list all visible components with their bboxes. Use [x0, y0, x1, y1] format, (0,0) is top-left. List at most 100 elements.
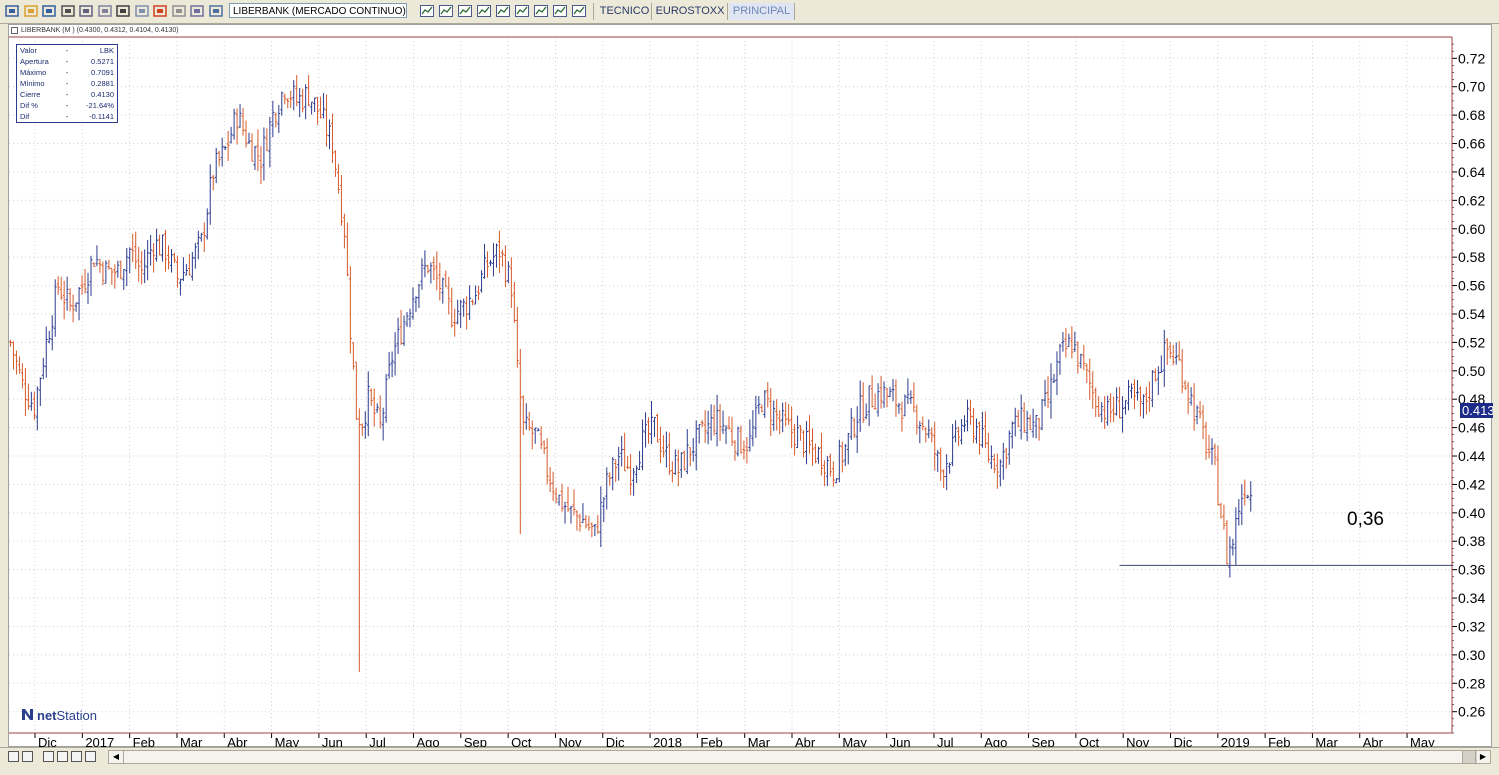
- info-row: Máximo - 0.7091: [17, 67, 117, 78]
- ohlc-bar: [846, 432, 850, 465]
- info-row: Dif - -0.1141: [17, 111, 117, 122]
- copy-icon[interactable]: [97, 3, 113, 19]
- ohlc-bar: [787, 403, 791, 426]
- pie-chart-icon[interactable]: [152, 3, 168, 19]
- drawing-icon[interactable]: [533, 3, 549, 19]
- ohlc-bar: [697, 424, 701, 444]
- tab-eurostoxx[interactable]: EUROSTOXX: [653, 3, 728, 20]
- line-chart-icon[interactable]: [514, 3, 530, 19]
- save-icon[interactable]: [41, 3, 57, 19]
- ohlc-bar: [1034, 414, 1038, 439]
- y-tick-label: 0.68: [1458, 107, 1485, 123]
- table-icon[interactable]: [438, 3, 454, 19]
- ohlc-bar: [1171, 344, 1175, 366]
- ohlc-bar: [685, 429, 689, 475]
- indicator-icon[interactable]: [476, 3, 492, 19]
- ohlc-bar: [283, 93, 287, 105]
- scroll-right-icon[interactable]: ▶: [1475, 751, 1490, 763]
- list-icon[interactable]: [419, 3, 435, 19]
- print-preview-icon[interactable]: [78, 3, 94, 19]
- zoom-range-icon[interactable]: [57, 751, 68, 762]
- ohlc-bar: [125, 247, 129, 287]
- open-icon[interactable]: [23, 3, 39, 19]
- ohlc-bar: [313, 97, 317, 113]
- chart-window[interactable]: 0.26 0.28 0.30 0.32 0.34 0.36 0.38 0.40 0.42 0.44…: [8, 24, 1493, 748]
- scroll-left-icon[interactable]: ◀: [109, 751, 124, 763]
- ohlc-bar: [569, 505, 573, 524]
- compare-icon[interactable]: [457, 3, 473, 19]
- ohlc-bar: [423, 250, 427, 278]
- close-icon[interactable]: [22, 751, 33, 762]
- properties-icon[interactable]: [189, 3, 205, 19]
- info-dash: -: [65, 68, 69, 77]
- ohlc-bar: [831, 461, 835, 487]
- ohlc-bar: [310, 101, 314, 115]
- ohlc-bar: [265, 128, 269, 152]
- ohlc-bar: [292, 80, 296, 111]
- print-icon[interactable]: [60, 3, 76, 19]
- cup-icon[interactable]: [115, 3, 131, 19]
- ohlc-bar: [348, 266, 352, 354]
- ohlc-bar: [828, 453, 832, 477]
- ohlc-bar: [95, 245, 99, 267]
- delete-drawing-icon[interactable]: [552, 3, 568, 19]
- ohlc-bar: [1198, 401, 1202, 419]
- ohlc-bar: [1070, 326, 1074, 359]
- ohlc-bar: [986, 432, 990, 463]
- ohlc-bar: [661, 435, 665, 458]
- ohlc-bar: [915, 404, 919, 435]
- ohlc-bar: [500, 249, 504, 267]
- y-tick-label: 0.60: [1458, 221, 1485, 237]
- ohlc-bar: [536, 427, 540, 432]
- search-icon[interactable]: [85, 751, 96, 762]
- y-tick-label: 0.72: [1458, 50, 1485, 66]
- ohlc-bar: [548, 466, 552, 492]
- price-chart[interactable]: 0.26 0.28 0.30 0.32 0.34 0.36 0.38 0.40 0.42 0.44…: [9, 25, 1493, 748]
- ohlc-bar: [760, 404, 764, 413]
- grid-icon[interactable]: [571, 3, 587, 19]
- window-icon[interactable]: [208, 3, 224, 19]
- ohlc-bar: [277, 105, 281, 133]
- zoom-out-icon[interactable]: [43, 751, 54, 762]
- ohlc-bar: [948, 462, 952, 474]
- ohlc-bar: [202, 222, 206, 253]
- ohlc-bar: [840, 441, 844, 473]
- settings-icon[interactable]: [134, 3, 150, 19]
- zoom-in-icon[interactable]: [71, 751, 82, 762]
- ohlc-bar: [527, 411, 531, 431]
- ohlc-bar: [256, 129, 260, 172]
- ohlc-bar: [345, 222, 349, 277]
- bar-chart-icon[interactable]: [495, 3, 511, 19]
- ohlc-bar: [196, 230, 200, 260]
- ohlc-bar: [390, 351, 394, 378]
- ohlc-bar: [739, 425, 743, 454]
- zoom-fit-icon[interactable]: [8, 751, 19, 762]
- ohlc-bar: [447, 276, 451, 315]
- tab-tecnico[interactable]: TECNICO: [598, 3, 652, 20]
- info-panel: Valor - LBK Apertura -0.5271 Máximo -0.7091 Mín…: [16, 44, 118, 123]
- ohlc-bar: [471, 299, 475, 306]
- ohlc-bar: [119, 260, 123, 280]
- ohlc-bar: [250, 133, 254, 162]
- ohlc-bar: [1216, 445, 1220, 506]
- horizontal-scrollbar[interactable]: ◀ ▶: [108, 750, 1491, 764]
- ohlc-bar: [664, 431, 668, 468]
- ohlc-bar: [1124, 400, 1128, 415]
- ohlc-bar: [763, 390, 767, 418]
- ohlc-bar: [1022, 402, 1026, 434]
- netstation-logo: netStation: [21, 708, 97, 723]
- ohlc-bar: [614, 459, 618, 483]
- ohlc-bar: [205, 208, 209, 240]
- support-level-label: 0,36: [1347, 509, 1384, 530]
- tab-principal[interactable]: PRINCIPAL: [729, 3, 795, 20]
- symbol-input[interactable]: LIBERBANK (MERCADO CONTINUO): [229, 3, 407, 18]
- window-icon[interactable]: [11, 27, 18, 34]
- ohlc-bar: [23, 367, 27, 417]
- ohlc-bar: [453, 308, 457, 337]
- text-icon[interactable]: [171, 3, 187, 19]
- y-tick-label: 0.38: [1458, 533, 1485, 549]
- ohlc-bar: [77, 286, 81, 321]
- new-icon[interactable]: [4, 3, 20, 19]
- ohlc-bar: [438, 262, 442, 301]
- info-row: Dif % - -21.64%: [17, 100, 117, 111]
